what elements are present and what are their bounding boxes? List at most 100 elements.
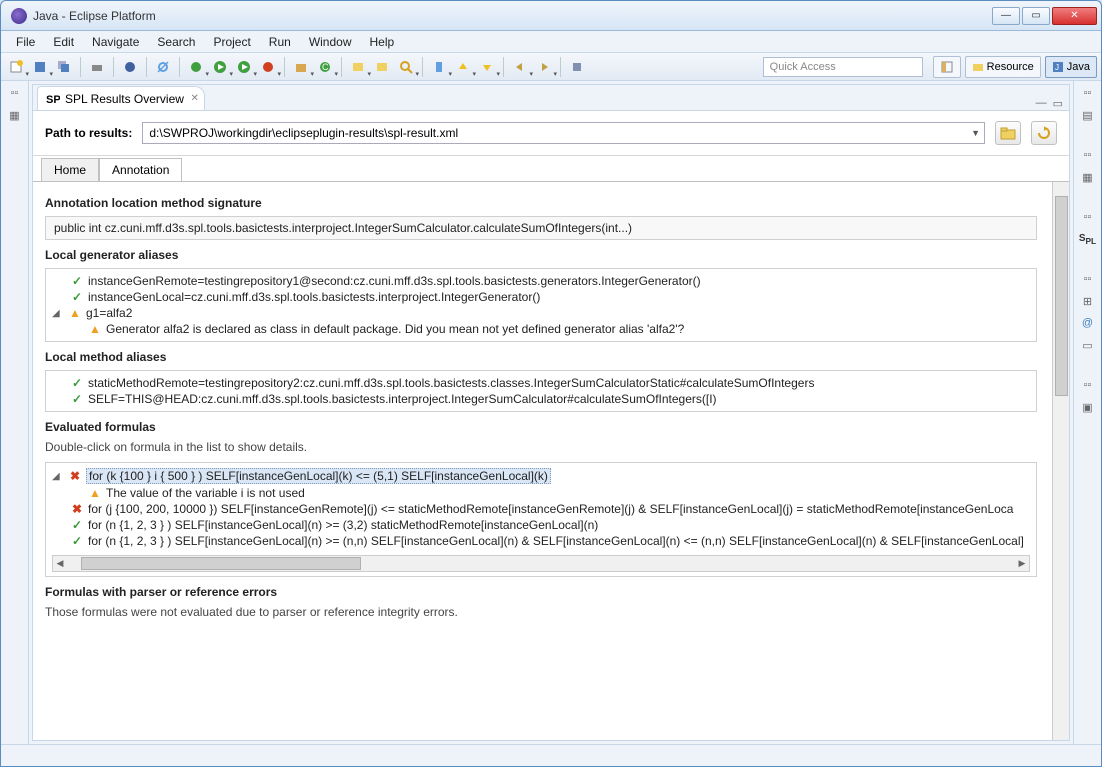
new-class-button[interactable]: C	[314, 56, 336, 78]
menu-project[interactable]: Project	[204, 33, 259, 51]
spl-view-icon[interactable]: SPL	[1079, 233, 1097, 249]
build-button[interactable]	[119, 56, 141, 78]
tab-annotation[interactable]: Annotation	[99, 158, 182, 181]
maximize-button[interactable]: ▭	[1022, 7, 1050, 25]
list -item[interactable]: for (k {100 } i { 500 } ) SELF[instanceG…	[86, 468, 551, 484]
debug-button[interactable]	[185, 56, 207, 78]
error-icon: ✖	[70, 502, 84, 516]
path-label: Path to results:	[45, 126, 132, 140]
view-icon[interactable]: ▦	[6, 109, 24, 125]
statusbar	[1, 744, 1101, 766]
open-perspective-button[interactable]	[933, 56, 961, 78]
toolbar: C Quick Access Resource JJava	[1, 53, 1101, 81]
list-item[interactable]: The value of the variable i is not used	[106, 486, 305, 500]
new-package-button[interactable]	[290, 56, 312, 78]
menu-search[interactable]: Search	[148, 33, 204, 51]
spl-icon: SPL	[46, 92, 60, 106]
menu-navigate[interactable]: Navigate	[83, 33, 148, 51]
restore-icon[interactable]: ▫▫	[1079, 379, 1097, 395]
pin-button[interactable]	[566, 56, 588, 78]
path-dropdown-icon[interactable]: ▼	[971, 128, 980, 138]
save-button[interactable]	[29, 56, 51, 78]
outline-view-icon[interactable]: ▤	[1079, 109, 1097, 125]
check-icon: ✓	[70, 376, 84, 390]
menu-run[interactable]: Run	[260, 33, 300, 51]
error-icon: ✖	[68, 469, 82, 483]
open-type-button[interactable]	[347, 56, 369, 78]
tasks-view-icon[interactable]: ▦	[1079, 171, 1097, 187]
run-last-button[interactable]	[233, 56, 255, 78]
method-list: ✓ staticMethodRemote=testingrepository2:c…	[45, 370, 1037, 412]
check-icon: ✓	[70, 392, 84, 406]
list-item[interactable]: for (n {1, 2, 3 } ) SELF[instanceGenLoca…	[88, 518, 598, 532]
vertical-scrollbar[interactable]	[1052, 182, 1069, 740]
list-item[interactable]: g1=alfa2	[86, 306, 132, 320]
path-input[interactable]: d:\SWPROJ\workingdir\eclipseplugin-resul…	[142, 122, 985, 144]
errors-note: Those formulas were not evaluated due to…	[45, 605, 1037, 619]
perspective-resource[interactable]: Resource	[965, 56, 1041, 78]
content-area: Annotation location method signature pub…	[33, 182, 1069, 740]
menu-help[interactable]: Help	[361, 33, 404, 51]
declaration-view-icon[interactable]: ▭	[1079, 339, 1097, 355]
menu-file[interactable]: File	[7, 33, 44, 51]
menu-edit[interactable]: Edit	[44, 33, 83, 51]
collapse-icon[interactable]: ◢	[52, 471, 64, 482]
window-title: Java - Eclipse Platform	[33, 9, 992, 23]
save-all-button[interactable]	[53, 56, 75, 78]
tab-home[interactable]: Home	[41, 158, 99, 181]
check-icon: ✓	[70, 534, 84, 548]
restore-icon[interactable]: ▫▫	[6, 87, 24, 103]
list-item[interactable]: SELF=THIS@HEAD:cz.cuni.mff.d3s.spl.tools…	[88, 392, 717, 406]
restore-icon[interactable]: ▫▫	[1079, 273, 1097, 289]
list-item[interactable]: for (n {1, 2, 3 } ) SELF[instanceGenLoca…	[88, 534, 1024, 548]
close-button[interactable]: ✕	[1052, 7, 1097, 25]
horizontal-scrollbar[interactable]: ◀▶	[52, 555, 1030, 572]
view-tab-spl[interactable]: SPL SPL Results Overview ✕	[37, 86, 205, 110]
collapse-icon[interactable]: ◢	[52, 308, 64, 319]
editor-area: SPL SPL Results Overview ✕ — ▭ Path to r…	[32, 84, 1070, 741]
open-task-button[interactable]	[371, 56, 393, 78]
list-item[interactable]: instanceGenLocal=cz.cuni.mff.d3s.spl.too…	[88, 290, 540, 304]
restore-icon[interactable]: ▫▫	[1079, 87, 1097, 103]
restore-icon[interactable]: ▫▫	[1079, 149, 1097, 165]
list-item[interactable]: Generator alfa2 is declared as class in …	[106, 322, 684, 336]
list-item[interactable]: for (j {100, 200, 10000 }) SELF[instance…	[88, 502, 1013, 516]
perspective-java[interactable]: JJava	[1045, 56, 1097, 78]
quick-access-input[interactable]: Quick Access	[763, 57, 923, 77]
next-annotation-button[interactable]	[452, 56, 474, 78]
signature-box: public int cz.cuni.mff.d3s.spl.tools.bas…	[45, 216, 1037, 240]
search-button[interactable]	[395, 56, 417, 78]
refresh-button[interactable]	[1031, 121, 1057, 145]
svg-text:J: J	[1055, 63, 1059, 72]
formulas-note: Double-click on formula in the list to s…	[45, 440, 1037, 454]
forward-button[interactable]	[533, 56, 555, 78]
minimize-button[interactable]: —	[992, 7, 1020, 25]
menu-window[interactable]: Window	[300, 33, 361, 51]
titlebar: Java - Eclipse Platform — ▭ ✕	[1, 1, 1101, 31]
external-tools-button[interactable]	[257, 56, 279, 78]
minimize-view-icon[interactable]: —	[1036, 97, 1047, 110]
tab-close-icon[interactable]: ✕	[191, 93, 199, 104]
new-button[interactable]	[5, 56, 27, 78]
problems-view-icon[interactable]: ⊞	[1079, 295, 1097, 311]
section-errors-header: Formulas with parser or reference errors	[45, 585, 1037, 599]
print-button[interactable]	[86, 56, 108, 78]
browse-button[interactable]	[995, 121, 1021, 145]
section-formulas-header: Evaluated formulas	[45, 420, 1037, 434]
prev-annotation-button[interactable]	[476, 56, 498, 78]
console-view-icon[interactable]: ▣	[1079, 401, 1097, 417]
section-methods-header: Local method aliases	[45, 350, 1037, 364]
check-icon: ✓	[70, 290, 84, 304]
toggle-mark-button[interactable]	[428, 56, 450, 78]
back-button[interactable]	[509, 56, 531, 78]
list-item[interactable]: instanceGenRemote=testingrepository1@sec…	[88, 274, 701, 288]
list-item[interactable]: staticMethodRemote=testingrepository2:cz…	[88, 376, 814, 390]
javadoc-view-icon[interactable]: @	[1079, 317, 1097, 333]
maximize-view-icon[interactable]: ▭	[1053, 97, 1063, 110]
generator-list: ✓ instanceGenRemote=testingrepository1@se…	[45, 268, 1037, 342]
run-button[interactable]	[209, 56, 231, 78]
view-tab-label: SPL Results Overview	[65, 92, 184, 106]
app-window: Java - Eclipse Platform — ▭ ✕ File Edit …	[0, 0, 1102, 767]
restore-icon[interactable]: ▫▫	[1079, 211, 1097, 227]
skip-breakpoints-button[interactable]	[152, 56, 174, 78]
